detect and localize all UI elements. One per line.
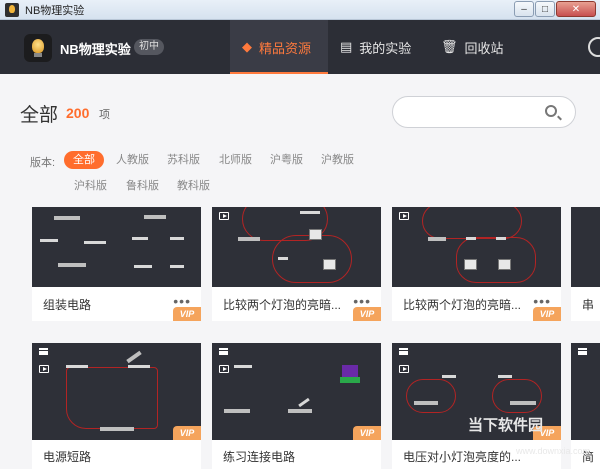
card-title: 练习连接电路: [223, 450, 296, 464]
vip-badge: VIP: [173, 307, 201, 321]
experiment-card[interactable]: VIP 组装电路 •••: [32, 207, 201, 321]
card-title: 电压对小灯泡亮度的...: [403, 450, 522, 464]
version-tag-renjiao[interactable]: 人教版: [116, 151, 149, 169]
window-controls: – □ ✕: [513, 1, 596, 17]
brand-name: NB物理实验: [60, 42, 131, 57]
app-lightbulb-icon: [5, 2, 19, 17]
help-icon[interactable]: [588, 37, 600, 57]
card-title: 组装电路: [43, 298, 92, 312]
search-icon[interactable]: [545, 105, 557, 117]
version-tag-luke[interactable]: 鲁科版: [126, 177, 159, 195]
tab-recycle-bin[interactable]: 🗑 回收站: [441, 20, 504, 74]
tab-label: 精品资源: [259, 40, 312, 56]
experiment-card[interactable]: 串: [571, 207, 600, 321]
card-thumbnail: [571, 207, 600, 287]
card-thumbnail: [392, 207, 561, 287]
watermark-url: www.downxia.com: [516, 446, 591, 456]
vip-badge: VIP: [353, 307, 381, 321]
card-title: 比较两个灯泡的亮暗...: [403, 298, 522, 312]
vip-badge: VIP: [533, 307, 561, 321]
list-icon: [219, 348, 228, 355]
card-thumbnail: [571, 343, 600, 440]
result-count: 200: [66, 105, 90, 121]
video-icon: [39, 365, 49, 373]
list-icon: [578, 348, 587, 355]
search-input[interactable]: [405, 97, 545, 127]
more-options-icon[interactable]: •••: [353, 293, 371, 309]
close-button[interactable]: ✕: [556, 1, 596, 17]
version-tag-jiaoke[interactable]: 教科版: [177, 177, 210, 195]
tab-my-experiments[interactable]: ▤ 我的实验: [340, 20, 411, 74]
tab-label: 回收站: [464, 40, 504, 56]
version-tag-hujiao[interactable]: 沪教版: [321, 151, 354, 169]
version-filter-label: 版本:: [30, 157, 56, 169]
main-content: 全部 200 项 版本: 全部 人教版 苏科版 北师版 沪粤版 沪教版 沪科版 …: [0, 74, 600, 469]
window-title: NB物理实验: [25, 4, 85, 17]
version-tag-suke[interactable]: 苏科版: [167, 151, 200, 169]
card-title: 串: [582, 298, 595, 312]
card-title: 比较两个灯泡的亮暗...: [223, 298, 342, 312]
watermark-text: 当下软件园: [468, 417, 544, 434]
window-titlebar: NB物理实验 – □ ✕: [0, 0, 600, 20]
experiment-card[interactable]: VIP 练习连接电路: [212, 343, 381, 469]
maximize-button[interactable]: □: [535, 1, 555, 17]
experiment-card[interactable]: VIP 比较两个灯泡的亮暗... •••: [392, 207, 561, 321]
card-thumbnail: [212, 207, 381, 287]
card-title: 电源短路: [43, 450, 92, 464]
search-box[interactable]: [392, 96, 576, 128]
document-icon: ▤: [340, 39, 353, 54]
video-icon: [219, 365, 229, 373]
minimize-button[interactable]: –: [514, 1, 534, 17]
video-icon: [399, 212, 409, 220]
experiment-card[interactable]: VIP 比较两个灯泡的亮暗... •••: [212, 207, 381, 321]
app-header: NB物理实验 初中 ◆ 精品资源 ▤ 我的实验 🗑 回收站: [0, 20, 600, 74]
list-icon: [399, 348, 408, 355]
experiment-card[interactable]: VIP 电源短路: [32, 343, 201, 469]
grade-badge[interactable]: 初中: [134, 39, 164, 55]
card-thumbnail: [32, 207, 201, 287]
more-options-icon[interactable]: •••: [533, 293, 551, 309]
list-icon: [39, 348, 48, 355]
result-unit: 项: [99, 109, 110, 121]
video-icon: [399, 365, 409, 373]
trash-icon: 🗑: [441, 39, 458, 54]
logo-lightbulb-icon: [24, 34, 52, 62]
vip-badge: VIP: [353, 426, 381, 440]
version-tag-huyue[interactable]: 沪粤版: [270, 151, 303, 169]
version-tag-beishi[interactable]: 北师版: [219, 151, 252, 169]
vip-badge: VIP: [173, 426, 201, 440]
video-icon: [219, 212, 229, 220]
diamond-icon: ◆: [242, 39, 252, 54]
more-options-icon[interactable]: •••: [173, 293, 191, 309]
tab-premium-resources[interactable]: ◆ 精品资源: [230, 20, 328, 74]
tab-label: 我的实验: [359, 40, 412, 56]
page-title: 全部: [20, 105, 59, 126]
version-tag-all[interactable]: 全部: [64, 151, 104, 169]
version-tag-huke[interactable]: 沪科版: [74, 177, 107, 195]
